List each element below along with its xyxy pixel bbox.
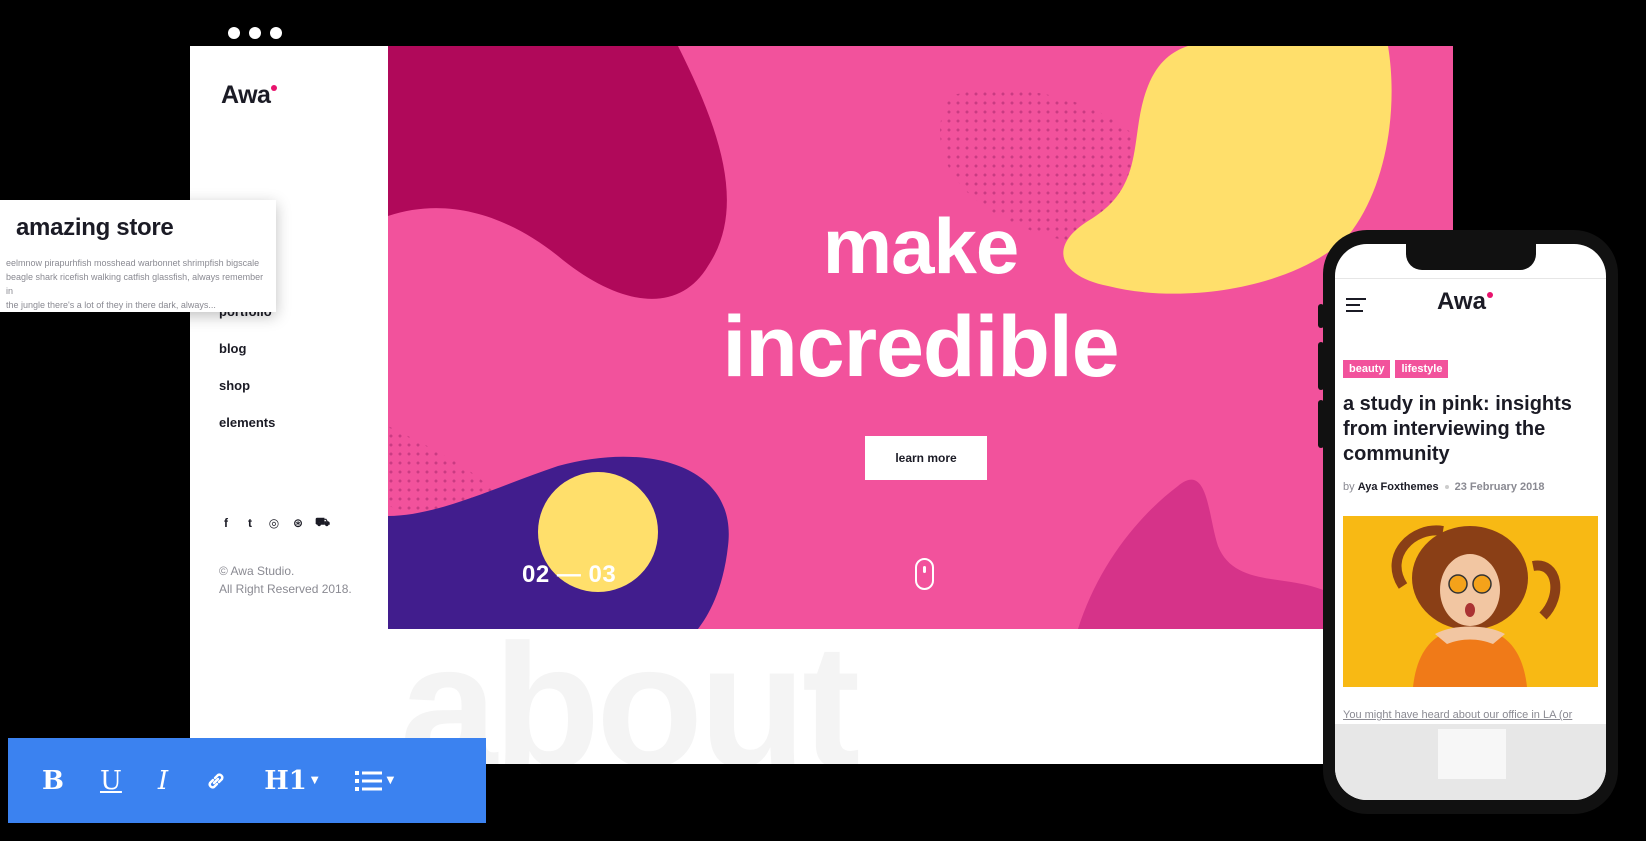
underline-icon[interactable]: U xyxy=(100,766,122,796)
cart-icon[interactable]: ⛟ xyxy=(315,515,330,531)
list-dropdown[interactable]: ▼ xyxy=(354,770,395,792)
social-links: f t ◎ ⊛ ⛟ xyxy=(219,515,330,531)
tag-lifestyle[interactable]: lifestyle xyxy=(1395,360,1449,378)
post-tags: beauty lifestyle xyxy=(1343,360,1449,378)
copyright: © Awa Studio. All Right Reserved 2018. xyxy=(219,564,352,596)
phone-bottom-bar xyxy=(1335,724,1606,800)
heading-dropdown[interactable]: H1 ▼ xyxy=(264,766,318,796)
store-description: eelmnow pirapurhfish mosshead warbonnet … xyxy=(6,258,264,310)
chevron-down-icon: ▼ xyxy=(386,775,395,786)
phone-notch xyxy=(1406,244,1536,270)
mobile-phone-preview: Awa beauty lifestyle a study in pink: in… xyxy=(1323,230,1618,814)
italic-icon[interactable]: I xyxy=(158,766,168,796)
link-icon[interactable] xyxy=(204,769,228,793)
sidebar: Awa portfolio blog shop elements f t ◎ ⊛… xyxy=(190,46,388,764)
learn-more-button[interactable]: learn more xyxy=(865,436,987,480)
dribbble-icon[interactable]: ⊛ xyxy=(291,516,305,530)
tag-beauty[interactable]: beauty xyxy=(1343,360,1391,378)
nav-item-shop[interactable]: shop xyxy=(219,378,275,415)
post-image[interactable] xyxy=(1343,516,1598,687)
post-author[interactable]: Aya Foxthemes xyxy=(1358,481,1439,493)
woman-photo xyxy=(1343,516,1598,687)
link-glyph xyxy=(208,773,224,788)
post-excerpt[interactable]: You might have heard about our office in… xyxy=(1343,709,1601,721)
bold-icon[interactable]: B xyxy=(42,766,64,796)
phone-screen: Awa beauty lifestyle a study in pink: in… xyxy=(1335,244,1606,800)
twitter-icon[interactable]: t xyxy=(243,516,257,530)
slide-counter: 02 — 03 xyxy=(522,561,617,588)
amazing-store-card: amazing store eelmnow pirapurhfish mossh… xyxy=(0,200,276,312)
site-logo[interactable]: Awa xyxy=(221,81,278,110)
post-title[interactable]: a study in pink: insights from interview… xyxy=(1343,392,1601,467)
home-indicator-area xyxy=(1438,729,1506,779)
scroll-mouse-icon[interactable] xyxy=(915,558,934,590)
chevron-down-icon: ▼ xyxy=(310,775,319,786)
desktop-site-preview: Awa portfolio blog shop elements f t ◎ ⊛… xyxy=(190,46,1453,764)
post-date: 23 February 2018 xyxy=(1454,481,1545,493)
window-controls xyxy=(228,27,282,39)
nav-item-blog[interactable]: blog xyxy=(219,341,275,378)
list-icon xyxy=(354,770,382,791)
sidebar-nav: portfolio blog shop elements xyxy=(219,304,275,452)
facebook-icon[interactable]: f xyxy=(219,516,233,530)
editor-toolbar: B U I H1 ▼ ▼ xyxy=(8,738,486,823)
hero-title-line1: make xyxy=(822,202,1020,290)
store-title: amazing store xyxy=(16,214,174,241)
hero-title-line2: incredible xyxy=(722,299,1119,395)
heading-icon: H1 xyxy=(264,765,307,796)
hero-banner: make incredible learn more 02 — 03 xyxy=(388,46,1453,629)
post-meta: by Aya Foxthemes 23 February 2018 xyxy=(1343,481,1545,493)
hamburger-menu-icon[interactable] xyxy=(1346,298,1366,316)
instagram-icon[interactable]: ◎ xyxy=(267,516,281,530)
mobile-logo[interactable]: Awa xyxy=(1437,288,1493,316)
nav-item-elements[interactable]: elements xyxy=(219,415,275,452)
divider xyxy=(1335,278,1606,279)
